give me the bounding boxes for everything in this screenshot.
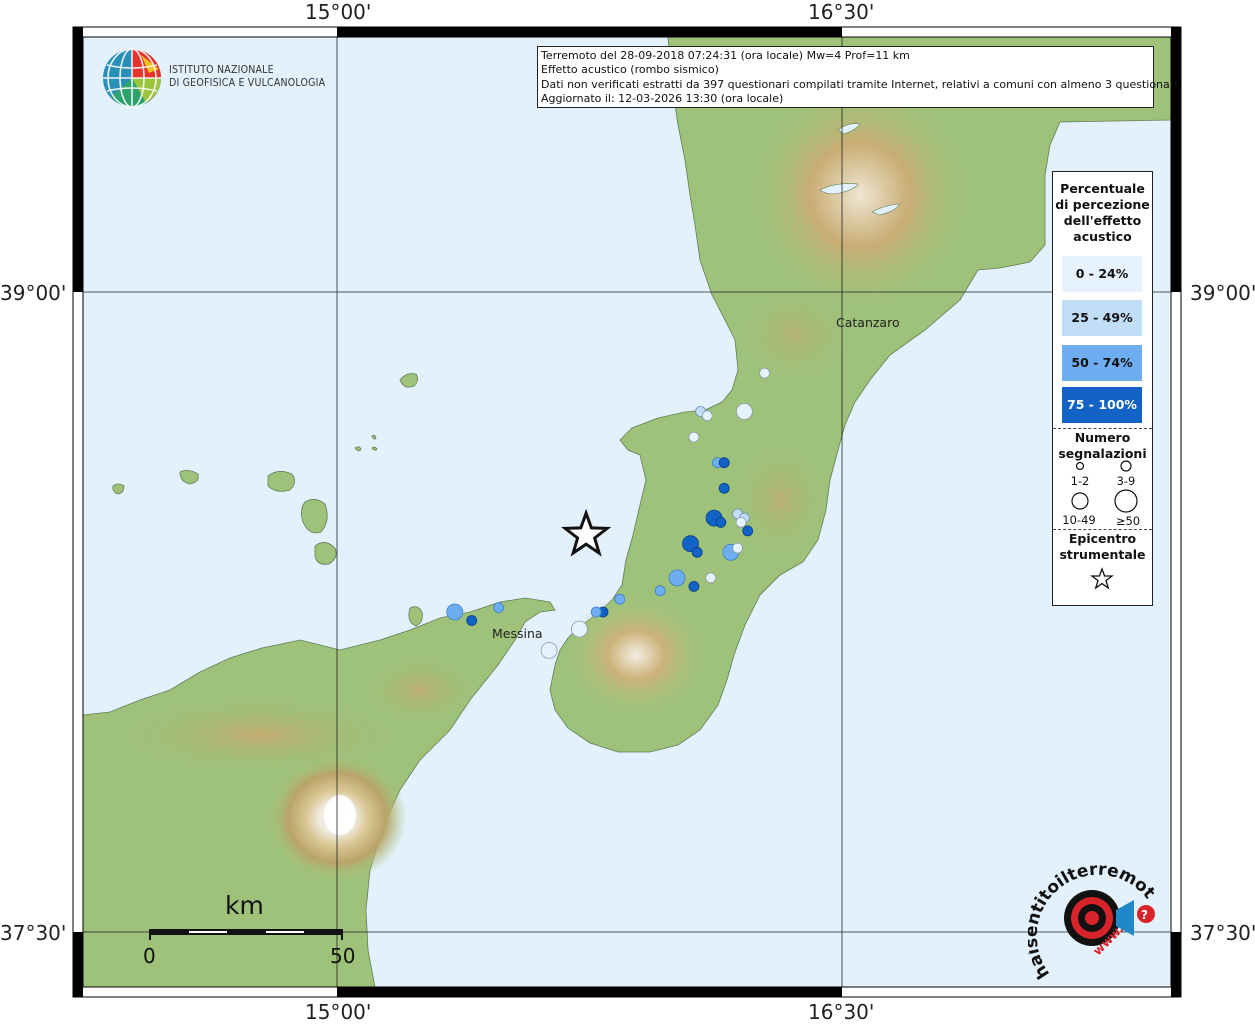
event-effect: Effetto acustico (rombo sismico) [541,63,719,77]
sila-relief [750,80,970,310]
ingv-name-line1: ISTITUTO NAZIONALE [169,64,274,76]
event-title: Terremoto del 28-09-2018 07:24:31 (ora l… [541,49,910,62]
observation-point [742,525,754,537]
observation-point [705,572,717,584]
lat-label-right-39: 39°00' [1190,281,1255,305]
legend-class-25-49: 25 - 49% [1062,300,1142,336]
observation-point [718,457,730,469]
aspromonte-relief [566,595,706,715]
legend: Percentuale di percezione dell'effetto a… [1052,171,1153,606]
city-messina: Messina [492,626,543,641]
city-catanzaro: Catanzaro [836,315,900,330]
scale-end: 50 [330,944,355,968]
scale-unit: km [225,891,264,920]
lon-label-bottom-15: 15°00' [305,1000,372,1024]
observation-point [540,642,558,659]
observation-point [732,542,743,554]
svg-text:Messina: Messina [492,626,543,641]
observation-point [571,620,588,638]
ingv-logo: ISTITUTO NAZIONALE DI GEOFISICA E VULCAN… [101,47,331,111]
lon-label-top-16-30: 16°30' [808,0,875,24]
map-figure: Catanzaro Messina km 0 50 15°00' 16°30' … [0,0,1255,1024]
observation-point [446,603,464,621]
scale-start: 0 [143,944,156,968]
observation-point [691,546,703,558]
haisentito-logo: haisentitoilterremoto.it ? www. [1022,841,1168,984]
observation-point [718,482,730,494]
observation-point [668,569,686,587]
legend-count-1-2: 1-2 [1070,474,1090,488]
legend-count-10-49: 10-49 [1062,513,1096,527]
observation-point [715,517,727,528]
observation-point [688,431,700,443]
svg-text:Catanzaro: Catanzaro [836,315,900,330]
observation-point [701,410,713,422]
observation-point [654,585,666,597]
legend-epicenter-title: Epicentro strumentale [1059,531,1146,562]
observation-point [493,602,505,614]
lat-label-left-37-30: 37°30' [0,921,67,945]
lon-label-bottom-16-30: 16°30' [808,1000,875,1024]
lat-label-right-37-30: 37°30' [1190,921,1255,945]
observation-point [614,593,626,605]
ingv-globe-icon [103,48,161,108]
legend-count-3-9: 3-9 [1116,474,1136,488]
observation-point [735,517,747,528]
legend-class-50-74: 50 - 74% [1062,345,1142,381]
observation-point [688,581,700,592]
lon-label-top-15: 15°00' [305,0,372,24]
legend-title: Percentuale di percezione dell'effetto a… [1055,181,1150,244]
legend-star-icon [1090,567,1114,590]
svg-text:?: ? [1141,908,1148,922]
ingv-name-line2: DI GEOFISICA E VULCANOLOGIA [169,77,326,89]
observation-point [590,606,602,618]
observation-point [759,367,770,379]
event-updated: Aggiornato il: 12-03-2026 13:30 (ora loc… [541,91,784,105]
observation-point [466,615,478,626]
legend-class-0-24: 0 - 24% [1062,256,1142,292]
event-data-note: Dati non verificati estratti da 397 ques… [541,77,1181,91]
legend-class-75-100: 75 - 100% [1062,387,1142,423]
lat-label-left-39: 39°00' [0,281,67,305]
event-info-box: Terremoto del 28-09-2018 07:24:31 (ora l… [537,46,1181,108]
legend-count-50-plus: ≥50 [1115,514,1141,528]
observation-point [736,403,753,420]
